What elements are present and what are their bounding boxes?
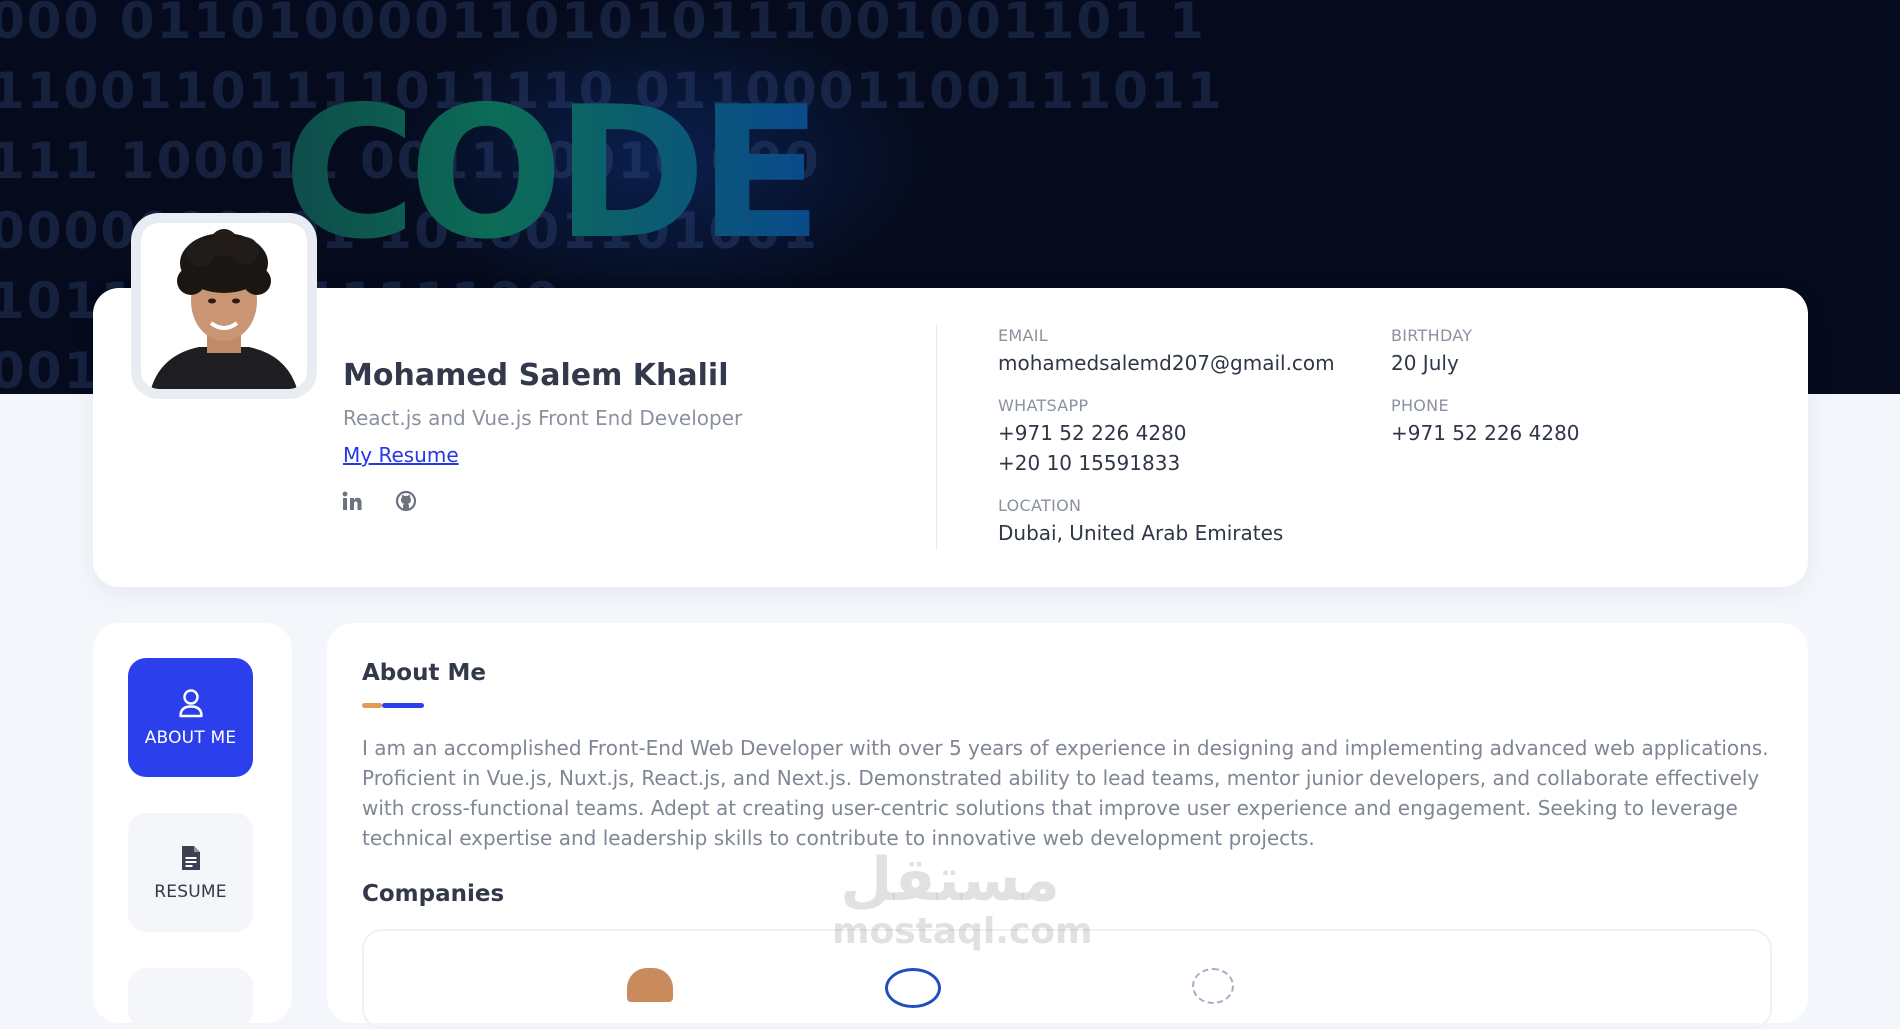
profile-name: Mohamed Salem Khalil — [343, 358, 729, 393]
nav-label: ABOUT ME — [144, 727, 237, 748]
title-underline — [382, 703, 424, 708]
avatar-photo — [141, 223, 307, 389]
birthday-value: 20 July — [1391, 351, 1459, 375]
company-logo[interactable] — [627, 968, 673, 1002]
social-links — [341, 490, 417, 512]
nav-resume[interactable]: RESUME — [128, 813, 253, 932]
whatsapp-label: WHATSAPP — [998, 396, 1089, 415]
about-text: I am an accomplished Front-End Web Devel… — [362, 736, 1769, 850]
watermark-arabic: مستقل — [840, 845, 1060, 915]
person-photo-icon — [141, 223, 307, 389]
whatsapp-value: +20 10 15591833 — [998, 451, 1181, 475]
watermark-latin: mostaql.com — [832, 911, 1093, 952]
companies-title: Companies — [362, 881, 505, 907]
nav-item-partial[interactable] — [128, 968, 253, 1028]
whatsapp-value: +971 52 226 4280 — [998, 421, 1187, 445]
location-value: Dubai, United Arab Emirates — [998, 521, 1284, 545]
hero-code-word: CODE — [283, 67, 823, 279]
about-title: About Me — [362, 660, 486, 686]
company-logo[interactable] — [885, 968, 941, 1008]
email-value: mohamedsalemd207@gmail.com — [998, 351, 1335, 375]
my-resume-link[interactable]: My Resume — [343, 443, 459, 467]
company-logo[interactable] — [1192, 968, 1234, 1004]
github-icon[interactable] — [395, 490, 417, 512]
avatar — [131, 213, 317, 399]
profile-role: React.js and Vue.js Front End Developer — [343, 406, 743, 430]
email-label: EMAIL — [998, 326, 1048, 345]
watermark: مستقل mostaql.com — [832, 845, 1093, 952]
linkedin-icon[interactable] — [341, 490, 363, 512]
birthday-label: BIRTHDAY — [1391, 326, 1473, 345]
location-label: LOCATION — [998, 496, 1082, 515]
nav-about-me[interactable]: ABOUT ME — [128, 658, 253, 777]
document-icon — [181, 845, 200, 870]
user-icon — [178, 688, 203, 717]
phone-value: +971 52 226 4280 — [1391, 421, 1580, 445]
nav-label: RESUME — [154, 881, 227, 902]
binary-text: 000 0110100001101010111001001101 1 — [0, 0, 1207, 50]
phone-label: PHONE — [1391, 396, 1449, 415]
profile-divider — [936, 325, 937, 550]
title-underline-accent — [362, 703, 382, 708]
